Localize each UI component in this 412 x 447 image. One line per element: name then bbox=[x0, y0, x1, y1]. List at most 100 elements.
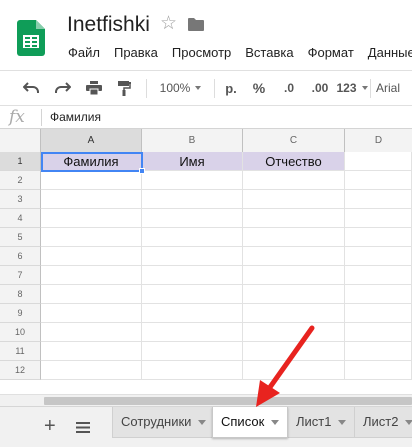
more-formats-button[interactable]: 123 bbox=[336, 71, 368, 105]
sheet-tab-sotrudniki[interactable]: Сотрудники bbox=[112, 407, 216, 438]
row-header[interactable]: 7 bbox=[0, 266, 41, 285]
row-header[interactable]: 9 bbox=[0, 304, 41, 323]
grid-cell[interactable] bbox=[41, 171, 142, 190]
grid-cell[interactable] bbox=[142, 323, 243, 342]
grid-cell[interactable] bbox=[142, 304, 243, 323]
grid-cell[interactable] bbox=[345, 190, 412, 209]
grid-cell[interactable] bbox=[142, 209, 243, 228]
all-sheets-menu-icon[interactable] bbox=[76, 422, 90, 433]
zoom-select[interactable]: 100% bbox=[153, 71, 208, 105]
grid-cell[interactable] bbox=[142, 247, 243, 266]
undo-button[interactable] bbox=[18, 71, 44, 105]
grid-cell[interactable] bbox=[41, 342, 142, 361]
add-sheet-button[interactable]: + bbox=[44, 416, 56, 436]
grid-cell[interactable] bbox=[142, 266, 243, 285]
grid-cell[interactable] bbox=[41, 266, 142, 285]
increase-decimals-button[interactable]: .00 bbox=[306, 71, 334, 105]
grid-cell[interactable] bbox=[243, 304, 345, 323]
tab-caret-icon[interactable] bbox=[198, 420, 207, 426]
grid-cell[interactable] bbox=[345, 266, 412, 285]
grid-cell[interactable] bbox=[243, 323, 345, 342]
folder-icon[interactable] bbox=[188, 18, 204, 31]
grid-cell[interactable] bbox=[345, 247, 412, 266]
sheet-tab-list1[interactable]: Лист1 bbox=[287, 407, 356, 438]
grid-cell[interactable]: Имя bbox=[142, 152, 243, 171]
grid-cell[interactable] bbox=[243, 342, 345, 361]
grid-cell[interactable]: Фамилия bbox=[41, 152, 142, 171]
grid-cell[interactable] bbox=[243, 247, 345, 266]
grid-cell[interactable] bbox=[345, 152, 412, 171]
row-header[interactable]: 8 bbox=[0, 285, 41, 304]
grid-cell[interactable] bbox=[243, 266, 345, 285]
grid-cell[interactable] bbox=[41, 190, 142, 209]
tab-caret-icon[interactable] bbox=[271, 420, 280, 426]
grid-cell[interactable] bbox=[41, 304, 142, 323]
column-header-c[interactable]: C bbox=[243, 129, 345, 152]
grid-cell[interactable] bbox=[142, 361, 243, 380]
row-header[interactable]: 10 bbox=[0, 323, 41, 342]
grid-cell[interactable] bbox=[41, 209, 142, 228]
row-header[interactable]: 2 bbox=[0, 171, 41, 190]
row-header[interactable]: 6 bbox=[0, 247, 41, 266]
fill-handle[interactable] bbox=[139, 168, 145, 174]
menu-format[interactable]: Формат bbox=[301, 43, 361, 63]
grid-cell[interactable] bbox=[345, 323, 412, 342]
menu-view[interactable]: Просмотр bbox=[165, 43, 238, 63]
percent-format-button[interactable]: % bbox=[248, 71, 270, 105]
horizontal-scrollbar[interactable] bbox=[0, 394, 412, 406]
tab-caret-icon[interactable] bbox=[338, 420, 347, 426]
column-header-d[interactable]: D bbox=[345, 129, 412, 152]
grid-cell[interactable] bbox=[345, 342, 412, 361]
grid-cell[interactable] bbox=[142, 342, 243, 361]
formula-input[interactable]: Фамилия bbox=[50, 110, 101, 124]
paint-format-button[interactable] bbox=[112, 71, 138, 105]
grid-cell[interactable] bbox=[345, 285, 412, 304]
decrease-decimals-button[interactable]: .0 bbox=[276, 71, 302, 105]
horizontal-scrollbar-thumb[interactable] bbox=[44, 397, 412, 405]
grid-cell[interactable] bbox=[345, 228, 412, 247]
grid-cell[interactable] bbox=[41, 285, 142, 304]
grid-cell[interactable] bbox=[243, 209, 345, 228]
row-header[interactable]: 1 bbox=[0, 152, 41, 171]
grid-cell[interactable] bbox=[243, 171, 345, 190]
grid-cell[interactable] bbox=[243, 190, 345, 209]
grid-cell[interactable] bbox=[41, 247, 142, 266]
grid-cell[interactable] bbox=[142, 228, 243, 247]
currency-format-button[interactable]: р. bbox=[220, 71, 242, 105]
row-header[interactable]: 5 bbox=[0, 228, 41, 247]
grid-cell[interactable] bbox=[41, 323, 142, 342]
print-button[interactable] bbox=[81, 71, 107, 105]
grid-cell[interactable] bbox=[41, 361, 142, 380]
menu-data[interactable]: Данные bbox=[361, 43, 412, 63]
menu-file[interactable]: Файл bbox=[61, 43, 107, 63]
grid-cell[interactable] bbox=[243, 361, 345, 380]
grid-cell[interactable] bbox=[243, 228, 345, 247]
sheets-logo-icon[interactable] bbox=[17, 20, 45, 56]
row-header[interactable]: 3 bbox=[0, 190, 41, 209]
grid-cell[interactable] bbox=[142, 285, 243, 304]
grid-cell[interactable] bbox=[345, 209, 412, 228]
sheet-tab-spisok[interactable]: Список bbox=[212, 407, 289, 438]
row-header[interactable]: 12 bbox=[0, 361, 41, 380]
menu-edit[interactable]: Правка bbox=[107, 43, 165, 63]
font-family-select[interactable]: Arial bbox=[376, 71, 412, 105]
star-icon[interactable]: ☆ bbox=[160, 14, 177, 33]
grid-cell[interactable] bbox=[345, 361, 412, 380]
grid-cell[interactable] bbox=[142, 171, 243, 190]
redo-button[interactable] bbox=[50, 71, 76, 105]
select-all-corner[interactable] bbox=[0, 129, 41, 152]
column-header-a[interactable]: A bbox=[41, 129, 142, 152]
row-header[interactable]: 11 bbox=[0, 342, 41, 361]
grid-cell[interactable] bbox=[142, 190, 243, 209]
grid-cell[interactable]: Отчество bbox=[243, 152, 345, 171]
grid-cell[interactable] bbox=[345, 304, 412, 323]
tab-caret-icon[interactable] bbox=[405, 420, 412, 426]
grid-cell[interactable] bbox=[243, 285, 345, 304]
column-header-b[interactable]: B bbox=[142, 129, 243, 152]
menu-insert[interactable]: Вставка bbox=[238, 43, 300, 63]
document-title[interactable]: Inetfishki bbox=[67, 13, 150, 37]
grid-cell[interactable] bbox=[41, 228, 142, 247]
sheet-tab-list2[interactable]: Лист2 bbox=[354, 407, 412, 438]
grid-cell[interactable] bbox=[345, 171, 412, 190]
row-header[interactable]: 4 bbox=[0, 209, 41, 228]
